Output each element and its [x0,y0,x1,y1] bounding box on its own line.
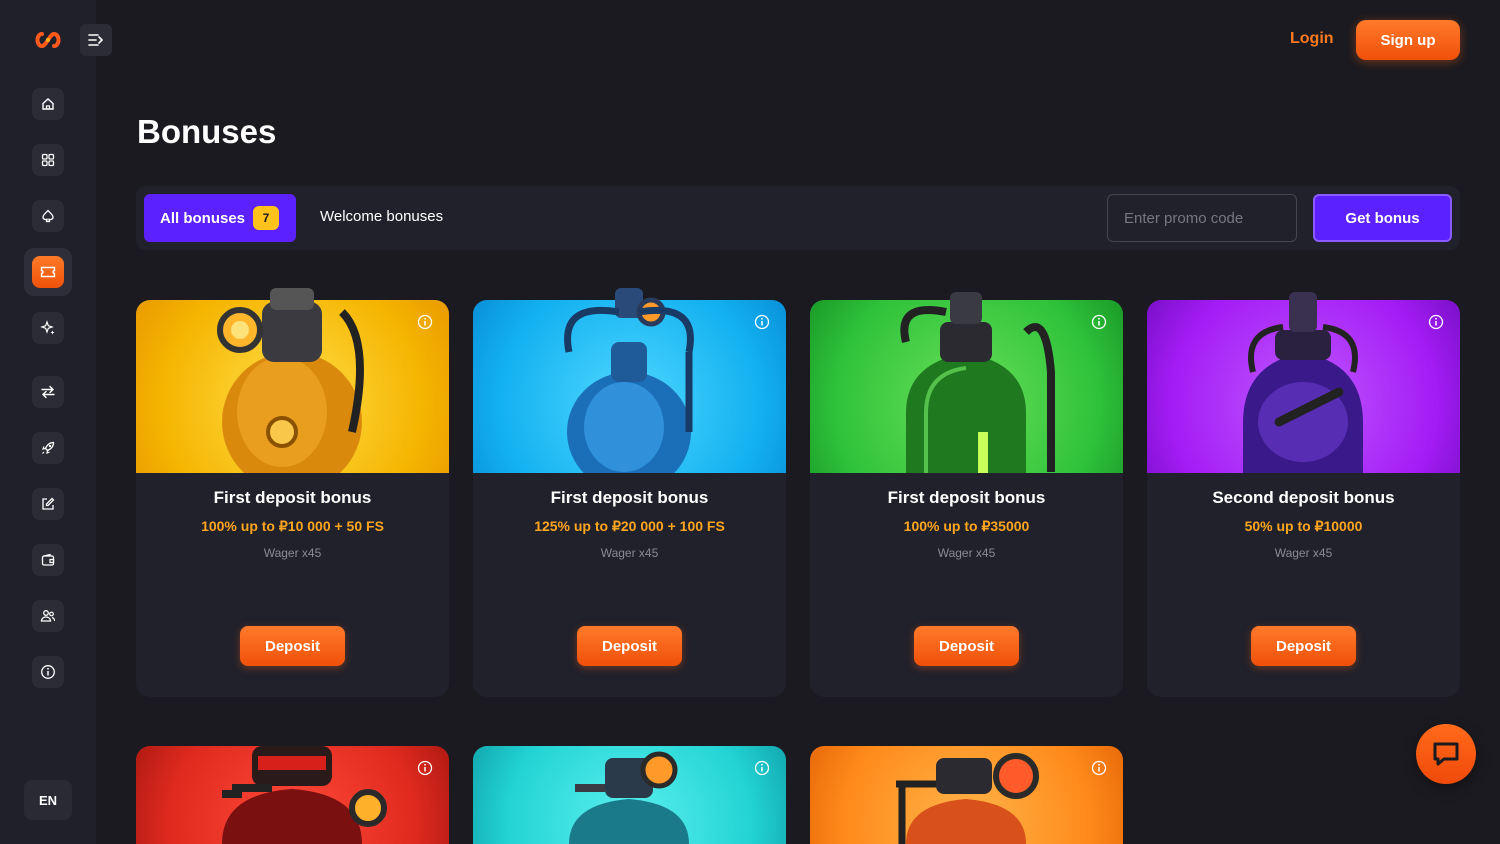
transfer-icon [41,385,55,399]
collapse-sidebar-button[interactable] [80,24,112,56]
bonus-card: First deposit bonus 125% up to ₽20 000 +… [473,288,786,697]
oxygen-tank-illustration [217,288,364,473]
bonus-card [810,746,1123,844]
deposit-button[interactable]: Deposit [914,626,1019,666]
bonus-card-image [136,288,449,473]
sidebar-item-crash[interactable] [32,432,64,464]
info-icon[interactable] [417,760,433,776]
info-icon[interactable] [1091,314,1107,330]
sidebar-item-transactions[interactable] [32,376,64,408]
grid-icon [41,153,55,167]
bonus-card [473,746,786,844]
sidebar-item-wallet[interactable] [32,544,64,576]
home-icon [42,98,54,110]
bonus-title: First deposit bonus [550,488,709,507]
sidebar-item-info[interactable] [32,656,64,688]
edit-icon [42,497,55,510]
bonus-card-image [1147,292,1460,473]
sidebar-item-referrals[interactable] [32,600,64,632]
bonus-card: First deposit bonus 100% up to ₽35000 Wa… [810,292,1123,697]
info-icon[interactable] [1428,314,1444,330]
bonus-card: Second deposit bonus 50% up to ₽10000 Wa… [1147,292,1460,697]
menu-collapse-icon [88,34,104,46]
bonus-wager: Wager x45 [263,546,322,560]
sidebar-item-games[interactable] [32,144,64,176]
info-icon[interactable] [754,314,770,330]
rocket-icon [42,441,55,454]
login-link[interactable]: Login [1290,30,1334,48]
bonus-offer: 100% up to ₽35000 [903,518,1030,534]
sidebar-item-blog[interactable] [32,488,64,520]
signup-button[interactable]: Sign up [1356,20,1460,60]
bonus-card-image [810,746,1123,844]
bonus-count-badge: 7 [253,206,280,230]
bonus-wager: Wager x45 [937,546,996,560]
tab-all-bonuses-label: All bonuses [160,209,246,227]
oxygen-tank-illustration [569,751,689,844]
bonus-card-image [810,292,1123,473]
oxygen-tank-illustration [564,288,694,473]
ticket-icon [40,266,56,278]
bonus-card-image [136,746,449,844]
sidebar-item-bonuses-highlight [32,256,64,288]
logo-icon[interactable] [34,28,62,52]
sidebar-item-home[interactable] [32,88,64,120]
sparkle-icon [40,320,55,335]
users-icon [40,610,56,622]
live-chat-button[interactable] [1416,724,1476,784]
bonus-wager: Wager x45 [600,546,659,560]
deposit-button[interactable]: Deposit [577,626,682,666]
bonus-wager: Wager x45 [1274,546,1333,560]
bonus-title: First deposit bonus [213,488,372,507]
tab-all-bonuses[interactable]: All bonuses 7 [144,194,296,242]
bonus-offer: 125% up to ₽20 000 + 100 FS [534,518,725,534]
chat-icon [1433,742,1459,766]
bonus-offer: 50% up to ₽10000 [1244,518,1363,534]
sidebar-item-casino[interactable] [32,200,64,232]
bonus-card: First deposit bonus 100% up to ₽10 000 +… [136,288,449,697]
language-selector[interactable]: EN [24,780,72,820]
bonus-title: Second deposit bonus [1212,488,1395,507]
wallet-icon [41,553,55,566]
oxygen-tank-illustration [222,746,387,844]
oxygen-tank-illustration [900,292,1055,473]
promo-code-input[interactable] [1107,194,1297,242]
bonus-card [136,746,449,844]
bonus-card-image [473,288,786,473]
oxygen-tank-illustration [1243,292,1363,473]
info-icon[interactable] [754,760,770,776]
sidebar-item-bonuses[interactable] [24,248,72,296]
bonus-card-image [473,746,786,844]
oxygen-tank-illustration [896,753,1039,844]
spade-icon [42,209,54,223]
deposit-button[interactable]: Deposit [1251,626,1356,666]
bonus-offer: 100% up to ₽10 000 + 50 FS [201,518,384,534]
sidebar: EN [0,0,112,844]
bonus-title: First deposit bonus [887,488,1046,507]
info-icon[interactable] [417,314,433,330]
tab-welcome-bonuses[interactable]: Welcome bonuses [320,208,443,225]
deposit-button[interactable]: Deposit [240,626,345,666]
bonus-filter-bar: All bonuses 7 Welcome bonuses Get bonus [136,186,1460,250]
sidebar-item-promotions[interactable] [32,312,64,344]
page-title: Bonuses [137,113,277,150]
info-icon[interactable] [1091,760,1107,776]
get-bonus-button[interactable]: Get bonus [1313,194,1452,242]
info-icon [41,665,55,679]
